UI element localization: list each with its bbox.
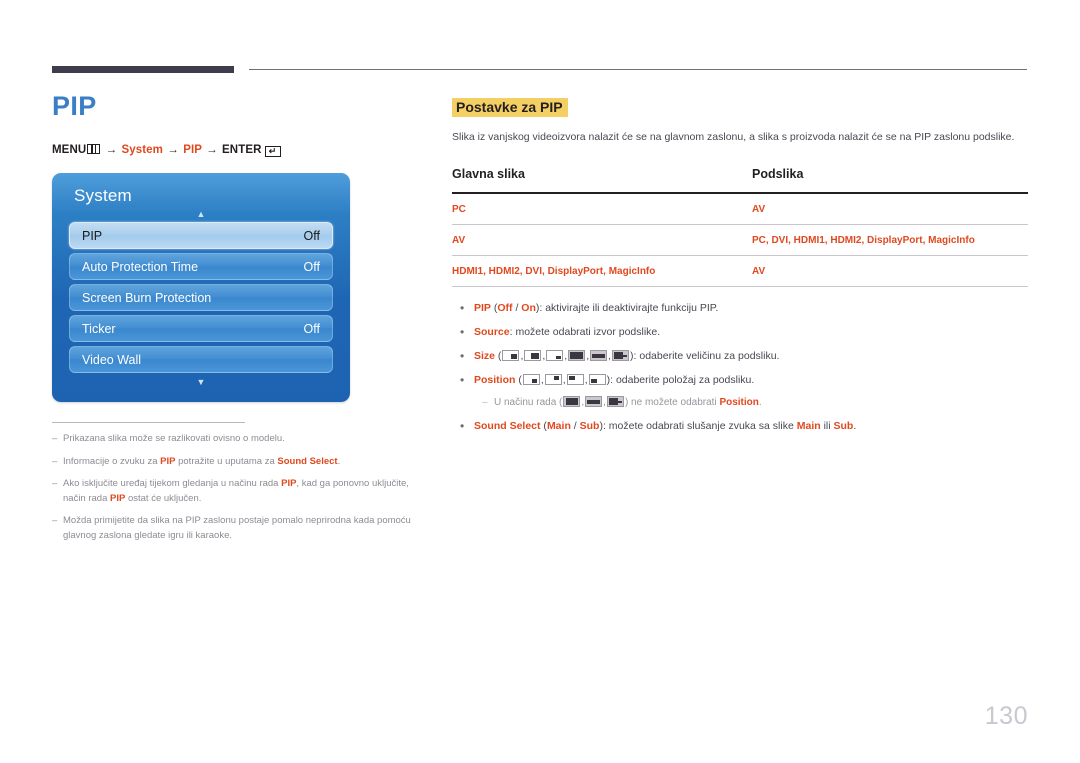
menu-path-arrow-3: → <box>206 144 218 157</box>
table-cell-main: AV <box>452 224 752 256</box>
menu-path-prefix: MENU <box>52 144 87 157</box>
bullet-text: Position (,,,): odaberite položaj za pod… <box>474 374 755 386</box>
table-cell-sub: AV <box>752 255 1028 287</box>
osd-row-auto-protection-time[interactable]: Auto Protection Time Off <box>69 253 333 281</box>
bullet-dot-icon: • <box>460 349 465 363</box>
right-column: Postavke za PIP Slika iz vanjskog videoi… <box>452 98 1028 443</box>
page-title: PIP <box>52 91 97 121</box>
bullet-text: PIP (Off / On): aktivirajte ili deaktivi… <box>474 302 719 314</box>
menu-grid-icon <box>87 144 101 155</box>
pip-size-split-icon <box>612 350 630 361</box>
table-row: AV PC, DVI, HDMI1, HDMI2, DisplayPort, M… <box>452 224 1028 256</box>
menu-path-arrow-2: → <box>167 144 179 157</box>
table-cell-main: PC <box>452 193 752 225</box>
table-row: HDMI1, HDMI2, DVI, DisplayPort, MagicInf… <box>452 255 1028 287</box>
osd-menu-panel: System ▲ PIP Off Auto Protection Time Of… <box>52 173 350 403</box>
osd-row-video-wall[interactable]: Video Wall <box>69 346 333 374</box>
manual-page: PIP MENU → System → PIP → ENTER ↵ System … <box>0 0 1080 763</box>
enter-key-icon: ↵ <box>264 146 281 158</box>
header-divider-line <box>249 69 1027 70</box>
pip-size-double2-icon <box>590 350 608 361</box>
pip-size-double1-icon <box>568 350 586 361</box>
section-title: Postavke za PIP <box>452 98 568 117</box>
pip-size-small-icon <box>502 350 520 361</box>
footnote-dash: – <box>52 515 58 527</box>
menu-path-enter-label: ENTER <box>222 144 262 157</box>
osd-row-label: Ticker <box>82 321 116 336</box>
bullet-dot-icon: • <box>460 325 465 339</box>
footnote-dash: – <box>52 433 58 445</box>
left-column: PIP MENU → System → PIP → ENTER ↵ System … <box>52 92 432 551</box>
osd-row-screen-burn-protection[interactable]: Screen Burn Protection <box>69 284 333 312</box>
pip-position-top-right-icon <box>544 374 562 385</box>
footnote-item: – Informacije o zvuku za PIP potražite u… <box>52 455 432 470</box>
bullet-item-size: • Size (,,,,,): odaberite veličinu za po… <box>452 349 1028 364</box>
menu-path-step-pip: PIP <box>183 144 202 157</box>
footnote-text: Ako isključite uređaj tijekom gledanja u… <box>63 478 409 504</box>
table-cell-sub: PC, DVI, HDMI1, HDMI2, DisplayPort, Magi… <box>752 224 1028 256</box>
osd-row-label: Video Wall <box>82 352 142 367</box>
table-cell-main: HDMI1, HDMI2, DVI, DisplayPort, MagicInf… <box>452 255 752 287</box>
subnote-text: U načinu rada (,,) ne možete odabrati Po… <box>494 396 762 408</box>
bullet-text: Source: možete odabrati izvor podslike. <box>474 326 661 338</box>
footnotes-list: – Prikazana slika može se razlikovati ov… <box>52 432 432 543</box>
footnote-item: – Možda primijetite da slika na PIP zasl… <box>52 514 432 543</box>
osd-row-value: Off <box>303 259 320 274</box>
footnote-dash: – <box>52 478 58 490</box>
pip-position-top-left-icon <box>566 374 584 385</box>
osd-row-label: PIP <box>82 228 103 243</box>
bullet-text: Sound Select (Main / Sub): možete odabra… <box>474 420 857 432</box>
osd-row-value: Off <box>303 321 320 336</box>
osd-row-label: Screen Burn Protection <box>82 290 212 305</box>
pip-options-list: • PIP (Off / On): aktivirajte ili deakti… <box>452 301 1028 434</box>
pip-size-medium-icon <box>524 350 542 361</box>
menu-path-step-system: System <box>121 144 163 157</box>
table-header-sub-picture: Podslika <box>752 167 1028 194</box>
bullet-item-sound-select: • Sound Select (Main / Sub): možete odab… <box>452 419 1028 434</box>
pip-position-bottom-right-icon <box>522 374 540 385</box>
bullet-dot-icon: • <box>460 419 465 433</box>
pip-size-large-icon <box>546 350 564 361</box>
pip-position-bottom-left-icon <box>588 374 606 385</box>
subnote-dash: – <box>482 397 488 408</box>
footnote-text: Prikazana slika može se razlikovati ovis… <box>63 433 285 445</box>
pip-size-double2-icon <box>585 396 603 407</box>
osd-row-label: Auto Protection Time <box>82 259 199 274</box>
table-header-row: Glavna slika Podslika <box>452 167 1028 194</box>
osd-row-value: Off <box>303 228 320 243</box>
osd-scroll-down-icon[interactable]: ▼ <box>64 377 338 388</box>
osd-row-pip[interactable]: PIP Off <box>69 222 333 250</box>
table-cell-sub: AV <box>752 193 1028 225</box>
footnotes-divider <box>52 422 245 424</box>
menu-path-arrow-1: → <box>105 144 118 157</box>
header-accent-bar <box>52 66 234 73</box>
menu-path-breadcrumb: MENU → System → PIP → ENTER ↵ <box>52 144 432 158</box>
bullet-item-pip: • PIP (Off / On): aktivirajte ili deakti… <box>452 301 1028 316</box>
pip-source-table: Glavna slika Podslika PC AV AV PC, DVI, … <box>452 167 1028 287</box>
osd-menu-title: System <box>74 186 132 206</box>
table-header-main-picture: Glavna slika <box>452 167 752 194</box>
osd-row-ticker[interactable]: Ticker Off <box>69 315 333 343</box>
position-subnote: – U načinu rada (,,) ne možete odabrati … <box>452 395 1028 410</box>
footnote-item: – Prikazana slika može se razlikovati ov… <box>52 432 432 447</box>
footnote-text: Informacije o zvuku za PIP potražite u u… <box>63 455 341 467</box>
footnote-dash: – <box>52 455 58 467</box>
section-intro-text: Slika iz vanjskog videoizvora nalazit će… <box>452 131 1015 143</box>
bullet-text: Size (,,,,,): odaberite veličinu za pods… <box>474 350 780 362</box>
bullet-dot-icon: • <box>460 373 465 387</box>
bullet-item-position: • Position (,,,): odaberite položaj za p… <box>452 373 1028 388</box>
page-number: 130 <box>984 702 1028 730</box>
table-row: PC AV <box>452 193 1028 225</box>
bullet-dot-icon: • <box>460 301 465 315</box>
bullet-item-source: • Source: možete odabrati izvor podslike… <box>452 325 1028 340</box>
footnote-item: – Ako isključite uređaj tijekom gledanja… <box>52 477 432 506</box>
footnote-text: Možda primijetite da slika na PIP zaslon… <box>63 515 411 541</box>
osd-scroll-up-icon[interactable]: ▲ <box>64 209 338 220</box>
pip-size-double1-icon <box>563 396 581 407</box>
pip-size-split-icon <box>606 396 624 407</box>
